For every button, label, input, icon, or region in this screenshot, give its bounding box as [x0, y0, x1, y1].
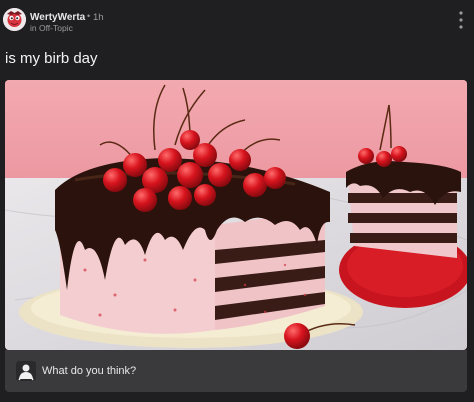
post-menu-button[interactable]: [456, 8, 466, 32]
post-timestamp: 1h: [93, 12, 104, 23]
avatar-image: [3, 8, 26, 31]
comment-input-prompt[interactable]: What do you think?: [42, 365, 136, 377]
meta-separator: •: [87, 11, 91, 21]
vertical-dots-icon: [459, 11, 463, 29]
comment-user-avatar: [16, 361, 36, 381]
comment-bar[interactable]: What do you think?: [5, 350, 467, 392]
author-avatar[interactable]: [3, 8, 26, 31]
post-header: WertyWerta • 1h in Off-Topic: [0, 0, 474, 40]
post-image[interactable]: [5, 80, 467, 350]
post-title: is my birb day: [5, 50, 98, 67]
author-username[interactable]: WertyWerta: [30, 12, 85, 23]
user-silhouette-icon: [16, 361, 36, 381]
cake-photo: [5, 80, 467, 350]
community-label[interactable]: in Off-Topic: [30, 23, 73, 33]
